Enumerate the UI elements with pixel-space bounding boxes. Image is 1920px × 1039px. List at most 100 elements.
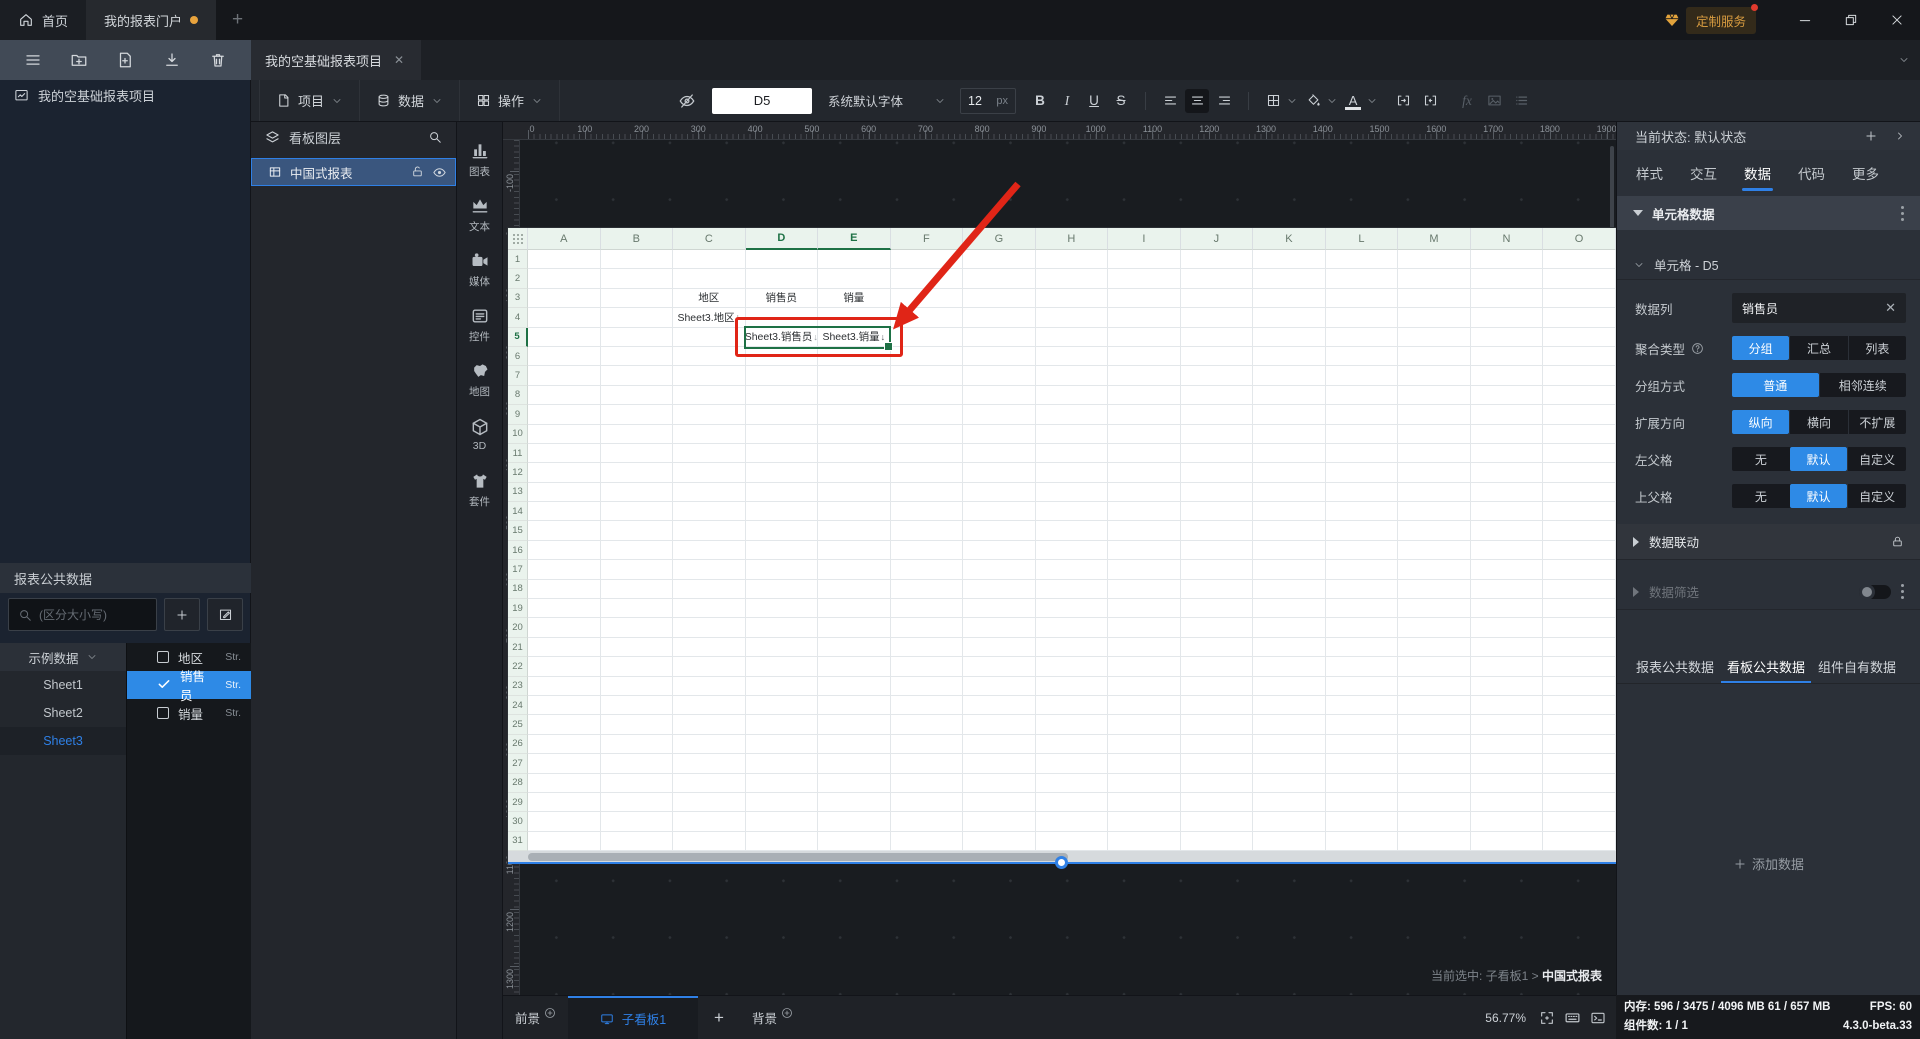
plus-circle-icon[interactable] [544, 1007, 556, 1019]
cell-N24[interactable] [1470, 695, 1544, 716]
row-header-12[interactable]: 12 [508, 463, 528, 483]
cell-L31[interactable] [1325, 831, 1399, 852]
cell-F25[interactable] [890, 715, 964, 735]
cell-K14[interactable] [1253, 502, 1326, 522]
cell-L2[interactable] [1325, 269, 1399, 289]
cell-A25[interactable] [528, 715, 601, 735]
cell-I4[interactable] [1108, 308, 1181, 328]
cell-N8[interactable] [1470, 385, 1544, 406]
row-header-8[interactable]: 8 [508, 385, 528, 406]
cell-K30[interactable] [1253, 812, 1326, 832]
cell-A3[interactable] [528, 288, 601, 309]
cell-J10[interactable] [1180, 424, 1254, 444]
cell-O7[interactable] [1543, 366, 1616, 386]
cell-B30[interactable] [600, 812, 674, 832]
cell-E11[interactable] [818, 443, 891, 464]
row-header-15[interactable]: 15 [508, 521, 528, 541]
cell-C10[interactable] [673, 424, 746, 444]
cell-H28[interactable] [1035, 773, 1109, 793]
cell-E18[interactable] [818, 579, 891, 600]
row-header-21[interactable]: 21 [508, 637, 528, 658]
tool-item-4[interactable]: 控件 [457, 297, 503, 352]
cell-M5[interactable] [1398, 327, 1471, 347]
cell-H14[interactable] [1035, 502, 1109, 522]
cell-G29[interactable] [963, 792, 1036, 813]
checkbox-icon[interactable] [157, 707, 169, 719]
cell-F17[interactable] [890, 560, 964, 580]
cell-G2[interactable] [963, 269, 1036, 289]
cell-H7[interactable] [1035, 366, 1109, 386]
cell-O24[interactable] [1543, 695, 1616, 716]
tool-item-2[interactable]: 文本 [457, 187, 503, 242]
cell-K28[interactable] [1253, 773, 1326, 793]
cell-J6[interactable] [1180, 346, 1254, 367]
cell-B21[interactable] [600, 637, 674, 658]
cell-K5[interactable] [1253, 327, 1326, 347]
tool-item-7[interactable]: 套件 [457, 462, 503, 517]
delete-icon[interactable] [209, 51, 227, 69]
cell-L28[interactable] [1325, 773, 1399, 793]
cell-E8[interactable] [818, 385, 891, 406]
cell-E15[interactable] [818, 521, 891, 541]
cell-H15[interactable] [1035, 521, 1109, 541]
cell-H5[interactable] [1035, 327, 1109, 347]
layer-item-report[interactable]: 中国式报表 [251, 158, 456, 186]
cell-L25[interactable] [1325, 715, 1399, 735]
cell-L8[interactable] [1325, 385, 1399, 406]
cell-D31[interactable] [745, 831, 819, 852]
cell-G9[interactable] [963, 405, 1036, 425]
cell-M31[interactable] [1398, 831, 1471, 852]
cell-F26[interactable] [890, 734, 964, 755]
cell-K29[interactable] [1253, 792, 1326, 813]
list-button[interactable] [1509, 89, 1533, 113]
cell-E10[interactable] [818, 424, 891, 444]
cell-J27[interactable] [1180, 754, 1254, 774]
cell-L30[interactable] [1325, 812, 1399, 832]
checked-icon[interactable] [157, 677, 171, 694]
chevron-down-icon[interactable] [1326, 95, 1338, 107]
row-header-23[interactable]: 23 [508, 676, 528, 696]
cell-L18[interactable] [1325, 579, 1399, 600]
option-默认[interactable]: 默认 [1789, 484, 1848, 508]
menu-operation[interactable]: 操作 [460, 80, 561, 121]
cell-A13[interactable] [528, 482, 601, 503]
cell-N30[interactable] [1470, 812, 1544, 832]
cell-I6[interactable] [1108, 346, 1181, 367]
cell-L4[interactable] [1325, 308, 1399, 328]
add-dataset-button[interactable] [164, 598, 200, 631]
cell-I17[interactable] [1108, 560, 1181, 580]
cell-A20[interactable] [528, 618, 601, 638]
cell-H29[interactable] [1035, 792, 1109, 813]
cell-C2[interactable] [673, 269, 746, 289]
cell-O26[interactable] [1543, 734, 1616, 755]
cell-B19[interactable] [600, 599, 674, 619]
cell-M12[interactable] [1398, 463, 1471, 483]
row-header-1[interactable]: 1 [508, 250, 528, 270]
cell-C28[interactable] [673, 773, 746, 793]
inspector-tab-2[interactable]: 交互 [1690, 150, 1717, 196]
cell-L21[interactable] [1325, 637, 1399, 658]
cell-L7[interactable] [1325, 366, 1399, 386]
cell-G17[interactable] [963, 560, 1036, 580]
align-center-button[interactable] [1185, 88, 1210, 113]
cell-H12[interactable] [1035, 463, 1109, 483]
cell-F2[interactable] [890, 269, 964, 289]
cell-J4[interactable] [1180, 308, 1254, 328]
cell-F1[interactable] [890, 250, 964, 270]
cell-E3[interactable]: 销量 [818, 288, 891, 309]
column-header-N[interactable]: N [1470, 228, 1544, 250]
cell-O22[interactable] [1543, 657, 1616, 677]
cell-A16[interactable] [528, 540, 601, 561]
cell-D21[interactable] [745, 637, 819, 658]
cell-I23[interactable] [1108, 676, 1181, 696]
cell-A7[interactable] [528, 366, 601, 386]
cell-B22[interactable] [600, 657, 674, 677]
cell-A18[interactable] [528, 579, 601, 600]
align-left-button[interactable] [1158, 89, 1182, 113]
cell-A22[interactable] [528, 657, 601, 677]
cell-O19[interactable] [1543, 599, 1616, 619]
cell-M18[interactable] [1398, 579, 1471, 600]
cell-A29[interactable] [528, 792, 601, 813]
cell-C30[interactable] [673, 812, 746, 832]
cell-N23[interactable] [1470, 676, 1544, 696]
